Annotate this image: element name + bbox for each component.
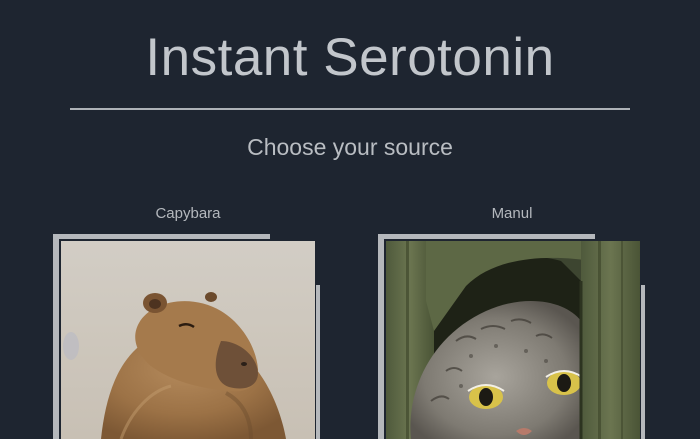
title-divider: [70, 108, 630, 110]
source-label-manul: Manul: [491, 205, 533, 222]
source-label-capybara: Capybara: [155, 205, 221, 222]
frame-left-edge: [53, 234, 59, 439]
frame-left-edge: [378, 234, 384, 439]
page: Instant Serotonin Choose your source Cap…: [0, 0, 700, 439]
capybara-photo-icon[interactable]: [61, 241, 315, 439]
frame-right-edge: [316, 285, 320, 439]
page-title: Instant Serotonin: [145, 28, 555, 87]
frame-top-edge: [378, 234, 595, 239]
frame-right-edge: [641, 285, 645, 439]
manul-photo-icon[interactable]: [386, 241, 640, 439]
page-subtitle: Choose your source: [247, 134, 453, 160]
source-card-manul[interactable]: [378, 234, 648, 439]
source-card-capybara[interactable]: [53, 234, 323, 439]
frame-top-edge: [53, 234, 270, 239]
